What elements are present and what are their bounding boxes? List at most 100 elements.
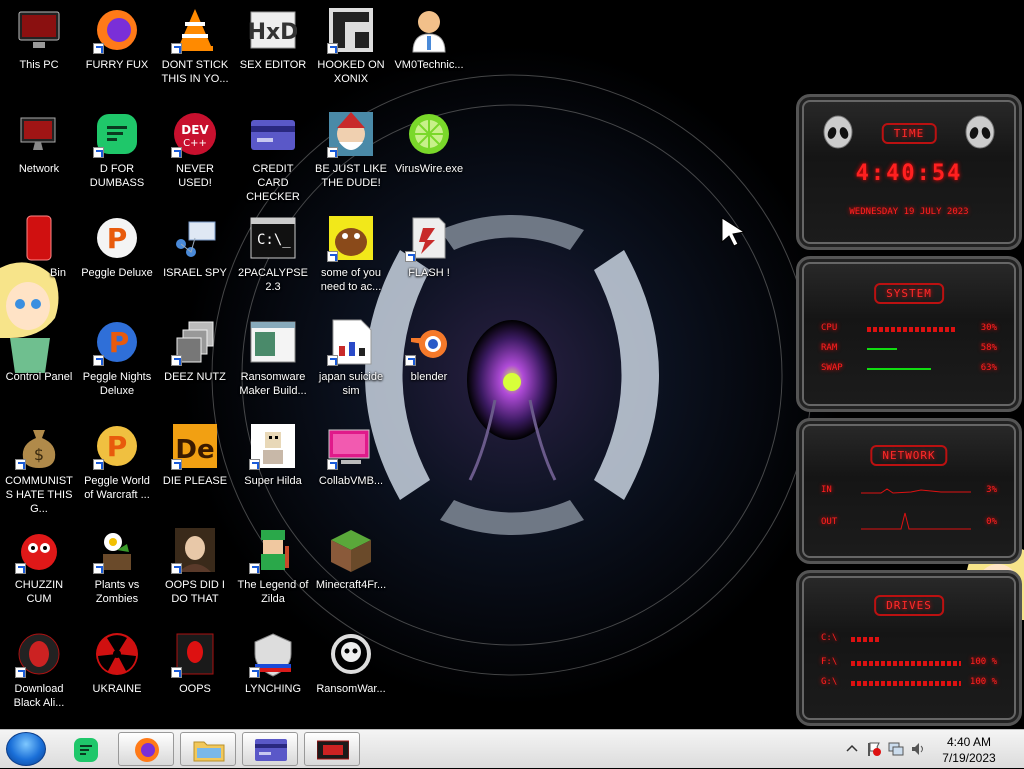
shortcut-arrow-icon <box>171 355 182 366</box>
stat-key: C:\ <box>821 633 838 643</box>
desktop-icon-label: SEX EDITOR <box>239 59 307 71</box>
firefox-icon <box>93 6 141 54</box>
de-icon: De <box>171 422 219 470</box>
desktop-icon-2pacalypse[interactable]: C:\_ 2PACALYPSE 2.3 <box>234 208 312 308</box>
desktop-icon-label: DONT STICK THIS IN YO... <box>161 59 229 85</box>
desktop-icon-control-panel[interactable]: Control Panel <box>0 312 78 412</box>
beaver-icon <box>327 214 375 262</box>
shortcut-arrow-icon <box>93 355 104 366</box>
desktop-icon-label: LYNCHING <box>244 683 302 695</box>
action-center-flag-icon[interactable] <box>866 741 882 757</box>
desktop-icon-ransomware-maker[interactable]: Ransomware Maker Build... <box>234 312 312 412</box>
desktop-icon-blender[interactable]: blender <box>390 312 468 412</box>
taskbar-item-file-explorer[interactable] <box>180 732 236 766</box>
desktop-icon-label: OOPS DID I DO THAT <box>165 579 225 605</box>
svg-text:$: $ <box>34 445 44 464</box>
peggle-nights-icon: P <box>93 318 141 366</box>
desktop-icon-flash[interactable]: FLASH ! <box>390 208 468 308</box>
network-stat-out: OUT 0% <box>821 512 997 531</box>
desktop-icon-credit-card-checker[interactable]: CREDIT CARD CHECKER <box>234 104 312 204</box>
desktop-icon-plants-vs-zombies[interactable]: Plants vs Zombies <box>78 520 156 620</box>
system-stat-swap: SWAP 63% <box>821 363 997 377</box>
desktop-icon-label: VM0Technic... <box>394 59 464 71</box>
drive-row-g: G:\ 100 % <box>821 677 997 691</box>
desktop-icon-collabvm[interactable]: CollabVMB... <box>312 416 390 516</box>
alien-head-icon <box>963 115 997 149</box>
desktop-icon-peggle-deluxe[interactable]: P Peggle Deluxe <box>78 208 156 308</box>
volume-icon[interactable] <box>910 741 926 757</box>
show-hidden-icons-chevron-icon[interactable] <box>844 741 860 757</box>
terminal-icon: C:\_ <box>249 214 297 262</box>
app-window-icon <box>249 318 297 366</box>
desktop-icon-viruswire[interactable]: VirusWire.exe <box>390 104 468 204</box>
desktop-icon-legend-of-zilda[interactable]: The Legend of Zilda <box>234 520 312 620</box>
desktop-icon-vm0technic[interactable]: VM0Technic... <box>390 0 468 100</box>
desktop-icon-super-hilda[interactable]: Super Hilda <box>234 416 312 516</box>
drives-widget-title: DRIVES <box>874 595 944 616</box>
desktop-icon-japan-suicide-sim[interactable]: japan suicide sim <box>312 312 390 412</box>
desktop-icon-ransomwar[interactable]: RansomWar... <box>312 624 390 724</box>
network-status-icon[interactable] <box>888 741 904 757</box>
taskbar-item-firefox[interactable] <box>118 732 174 766</box>
system-widget: SYSTEM CPU 30% RAM 58% SWAP 63% <box>796 256 1022 412</box>
time-widget-date: WEDNESDAY 19 JULY 2023 <box>849 207 969 217</box>
drive-row-f: F:\ 100 % <box>821 657 997 671</box>
desktop-icon-label: CHUZZIN CUM <box>14 579 64 605</box>
desktop-icon-communists[interactable]: $ COMMUNISTS HATE THIS G... <box>0 416 78 516</box>
desktop-icon-label: Network <box>18 163 60 175</box>
desktop-icon-oops-did-i[interactable]: OOPS DID I DO THAT <box>156 520 234 620</box>
skull-icon <box>327 630 375 678</box>
desktop-icon-lynching[interactable]: LYNCHING <box>234 624 312 724</box>
desktop-icon-sex-editor[interactable]: HxD SEX EDITOR <box>234 0 312 100</box>
desktop-icon-some-of-you[interactable]: some of you need to ac... <box>312 208 390 308</box>
doctor-icon <box>405 6 453 54</box>
desktop-icon-oops[interactable]: OOPS <box>156 624 234 724</box>
network-widget: NETWORK IN 3% OUT 0% <box>796 418 1022 564</box>
svg-text:C++: C++ <box>183 138 207 149</box>
hxd-icon: HxD <box>248 6 298 54</box>
stat-key: G:\ <box>821 677 838 687</box>
stat-value: 63% <box>980 363 997 373</box>
taskbar-clock[interactable]: 4:40 AM 7/19/2023 <box>934 734 1004 766</box>
desktop-icon-label: RansomWar... <box>316 683 386 695</box>
desktop-icon-peggle-nights[interactable]: P Peggle Nights Deluxe <box>78 312 156 412</box>
taskbar-item-chat-app[interactable] <box>58 732 114 766</box>
desktop-icon-peggle-wow[interactable]: P Peggle World of Warcraft ... <box>78 416 156 516</box>
desktop-icon-furry-fux[interactable]: FURRY FUX <box>78 0 156 100</box>
desktop-icon-be-just-like-the-dude[interactable]: BE JUST LIKE THE DUDE! <box>312 104 390 204</box>
shortcut-arrow-icon <box>171 563 182 574</box>
desktop-icon-label: 2PACALYPSE 2.3 <box>238 267 308 293</box>
stat-value: 100 % <box>969 677 997 687</box>
start-button[interactable] <box>6 732 46 766</box>
desktop-icon-label: OOPS <box>179 683 211 695</box>
desktop-icon-label: Peggle Deluxe <box>81 267 153 279</box>
taskbar-item-oops[interactable] <box>304 732 360 766</box>
desktop-icon-d-for-dumbass[interactable]: D FOR DUMBASS <box>78 104 156 204</box>
taskbar-item-credit-card[interactable] <box>242 732 298 766</box>
plants-icon <box>93 526 141 574</box>
desktop-icon-die-please[interactable]: De DIE PLEASE <box>156 416 234 516</box>
desktop-icon-ukraine[interactable]: UKRAINE <box>78 624 156 724</box>
desktop-icon-never-used[interactable]: DEV C++ NEVER USED! <box>156 104 234 204</box>
desktop-icon-hooked-on-xonix[interactable]: HOOKED ON XONIX <box>312 0 390 100</box>
svg-text:P: P <box>109 326 130 359</box>
alienware-icon <box>316 739 350 766</box>
zelda-icon <box>249 526 297 574</box>
desktop-icon-israel-spy[interactable]: ISRAEL SPY <box>156 208 234 308</box>
desktop-icon-this-pc[interactable]: This PC <box>0 0 78 100</box>
stat-value: 0% <box>986 517 997 527</box>
shortcut-arrow-icon <box>327 43 338 54</box>
drive-c-bar <box>851 637 881 642</box>
desktop-icon-chuzzin[interactable]: CHUZZIN CUM <box>0 520 78 620</box>
desktop-icon-recycle-bin[interactable]: Bin <box>0 208 78 308</box>
desktop-icon-download-black-alien[interactable]: Download Black Ali... <box>0 624 78 724</box>
desktop-icon-minecraft[interactable]: Minecraft4Fr... <box>312 520 390 620</box>
alien-icon <box>15 630 63 678</box>
desktop-icon-dont-stick[interactable]: DONT STICK THIS IN YO... <box>156 0 234 100</box>
chat-app-icon <box>74 738 98 767</box>
desktop-icon-deez-nutz[interactable]: DEEZ NUTZ <box>156 312 234 412</box>
desktop-icon-label: Peggle Nights Deluxe <box>82 371 152 397</box>
stat-key: SWAP <box>821 363 843 373</box>
desktop-icon-network[interactable]: Network <box>0 104 78 204</box>
windows-stack-icon <box>171 318 219 366</box>
